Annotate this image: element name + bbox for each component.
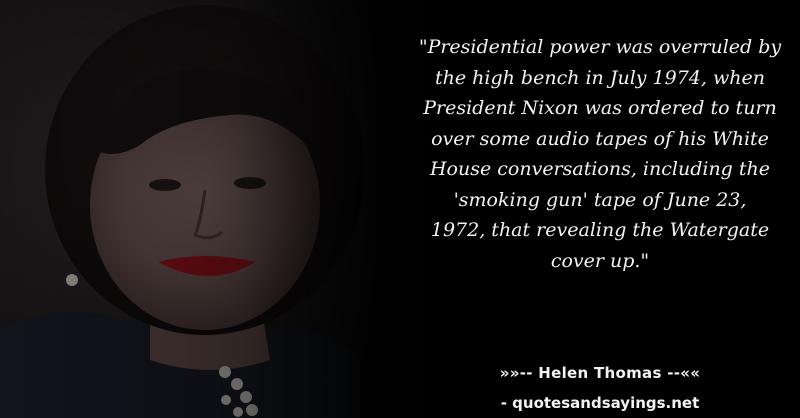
- quote-line: the high bench in July 1974, when: [435, 66, 765, 89]
- quote-text: "Presidential power was overruled by the…: [415, 32, 785, 276]
- quote-line: President Nixon was ordered to turn: [423, 97, 777, 119]
- quote-line: cover up.": [550, 249, 650, 272]
- source-site: - quotesandsayings.net: [500, 394, 700, 412]
- quote-line: "Presidential power was overruled by: [418, 36, 782, 58]
- quote-line: 'smoking gun' tape of June 23,: [453, 188, 747, 211]
- quote-line: 1972, that revealing the Watergate: [430, 219, 770, 241]
- quote-author: »»-- Helen Thomas --««: [499, 364, 701, 382]
- quote-line: House conversations, including the: [429, 158, 770, 180]
- quote-line: over some audio tapes of his White: [431, 127, 769, 150]
